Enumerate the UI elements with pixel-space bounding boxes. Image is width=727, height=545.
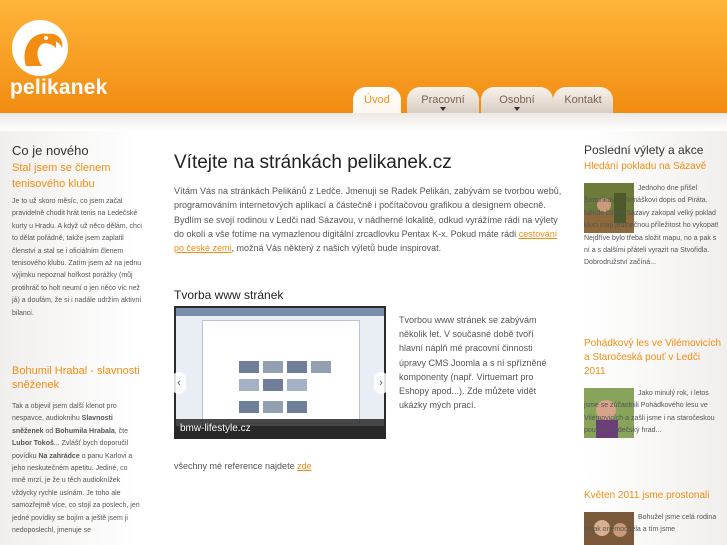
tab-pracovni[interactable]: Pracovní <box>407 87 479 113</box>
site-logo-text[interactable]: pelikanek <box>10 76 108 100</box>
slide-screenshot[interactable] <box>176 308 384 426</box>
news-item-text: Je to už skoro měsíc, co jsem začal prav… <box>12 198 142 317</box>
trip-text: Jednoho dne přišel Šimonkovi a Tomáškovi… <box>584 185 719 267</box>
portfolio-slider[interactable]: bmw-lifestyle.cz ‹ › <box>172 306 388 439</box>
news-heading: Co je nového <box>12 143 89 158</box>
trip-title[interactable]: Květen 2011 jsme prostonali <box>584 489 724 503</box>
tab-label: Pracovní <box>421 94 465 106</box>
pelican-icon <box>24 33 63 66</box>
trip-title[interactable]: Hledání pokladu na Sázavě <box>584 160 724 174</box>
pelican-logo-icon[interactable] <box>12 20 68 76</box>
trips-heading: Poslední výlety a akce <box>584 143 704 157</box>
slider-prev-icon[interactable]: ‹ <box>172 372 186 394</box>
tab-label: Kontakt <box>564 94 602 106</box>
trip-title[interactable]: Pohádkový les ve Vilémovicích a Staročes… <box>584 337 724 379</box>
browser-bar <box>176 308 384 316</box>
tab-label: Úvod <box>364 94 390 106</box>
chevron-down-icon <box>514 107 520 111</box>
tab-label: Osobní <box>499 94 535 106</box>
webdesign-text: Tvorbou www stránek se zabývám několik l… <box>399 315 547 411</box>
slider-next-icon[interactable]: › <box>374 372 388 394</box>
trips-sidebar: Poslední výlety a akce Hledání pokladu n… <box>573 131 727 545</box>
chevron-down-icon <box>440 107 446 111</box>
site-header: pelikanek Úvod Pracovní Osobní Kontakt <box>0 0 727 113</box>
page-title: Vítejte na stránkách pelikanek.cz <box>174 152 452 173</box>
news-item-title[interactable]: Stal jsem se členem tenisového klubu <box>12 160 142 192</box>
references-link[interactable]: zde <box>297 461 312 471</box>
tab-osobni[interactable]: Osobní <box>481 87 553 113</box>
header-shadow-band <box>0 113 727 131</box>
tab-uvod[interactable]: Úvod <box>353 87 401 113</box>
news-item-title[interactable]: Bohumil Hrabal - slavnosti sněženek <box>12 364 142 392</box>
section-title: Tvorba www stránek <box>174 288 284 302</box>
slide-caption: bmw-lifestyle.cz <box>174 419 386 439</box>
trip-text: Jako minulý rok, i letos jsme se zúčastn… <box>584 390 715 435</box>
news-sidebar: Co je nového Stal jsem se členem tenisov… <box>0 131 152 545</box>
trip-text: Bohužel jsme celá rodina nějak onemocněl… <box>584 514 717 534</box>
slide-page <box>202 320 360 424</box>
tab-kontakt[interactable]: Kontakt <box>553 87 613 113</box>
intro-text: Vítám Vás na stránkách Pelikánů z Ledče.… <box>174 186 562 254</box>
news-item-text: Tak a objevil jsem další klenot pro nesp… <box>12 403 140 535</box>
references-text: všechny mé reference najdete zde <box>174 461 312 471</box>
